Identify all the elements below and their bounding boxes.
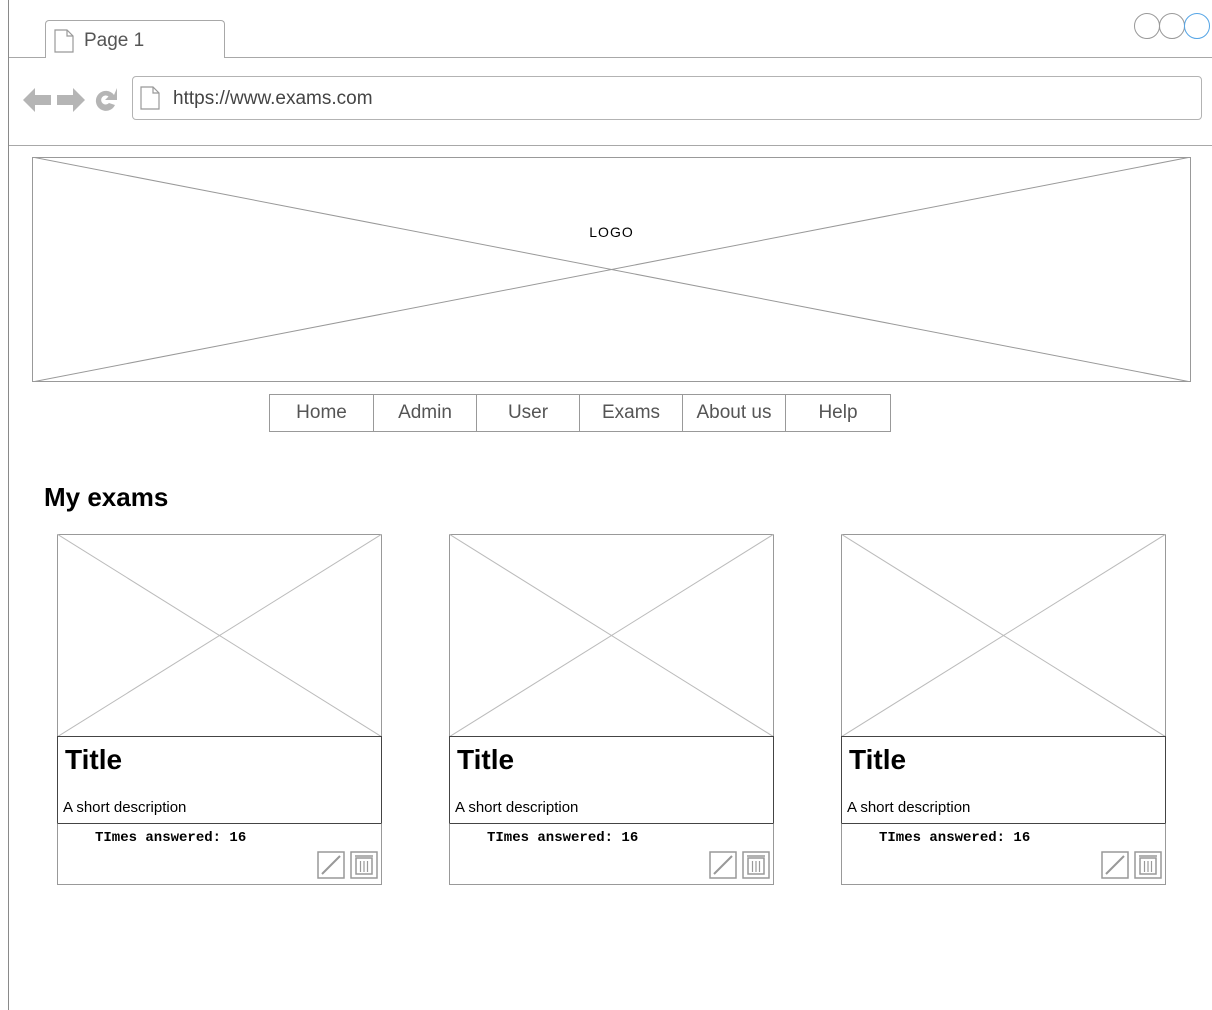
card-footer: TImes answered: 16	[449, 823, 774, 885]
page-icon	[140, 86, 160, 115]
card-body: Title A short description	[57, 736, 382, 824]
section-title: My exams	[44, 482, 169, 512]
image-placeholder	[841, 534, 1166, 737]
times-answered: TImes answered: 16	[879, 830, 1031, 846]
card-footer: TImes answered: 16	[57, 823, 382, 885]
exam-card[interactable]: Title A short description TImes answered…	[841, 534, 1166, 885]
times-answered: TImes answered: 16	[95, 830, 247, 846]
main-nav: Home Admin User Exams About us Help	[269, 394, 891, 432]
url-text: https://www.exams.com	[173, 88, 373, 109]
nav-item-home[interactable]: Home	[270, 395, 373, 431]
tab-label: Page 1	[84, 30, 145, 51]
card-description: A short description	[847, 799, 971, 816]
image-placeholder	[57, 534, 382, 737]
card-body: Title A short description	[841, 736, 1166, 824]
chrome-divider	[9, 145, 1212, 146]
card-title: Title	[457, 744, 515, 775]
exam-card[interactable]: Title A short description TImes answered…	[449, 534, 774, 885]
nav-item-help[interactable]: Help	[785, 395, 890, 431]
image-placeholder	[449, 534, 774, 737]
edit-icon[interactable]	[709, 851, 737, 884]
forward-arrow-icon[interactable]	[56, 86, 86, 119]
card-description: A short description	[63, 799, 187, 816]
browser-tab[interactable]: Page 1	[45, 20, 225, 58]
card-title: Title	[849, 744, 907, 775]
maximize-button[interactable]	[1159, 13, 1185, 39]
window-controls	[1134, 13, 1210, 39]
back-arrow-icon[interactable]	[22, 86, 52, 119]
logo-text: LOGO	[589, 224, 634, 240]
browser-nav-buttons	[22, 86, 120, 119]
card-body: Title A short description	[449, 736, 774, 824]
window-left-edge	[8, 0, 9, 1010]
nav-item-admin[interactable]: Admin	[373, 395, 476, 431]
reload-icon[interactable]	[90, 86, 120, 119]
times-answered: TImes answered: 16	[487, 830, 639, 846]
close-button[interactable]	[1184, 13, 1210, 39]
card-footer: TImes answered: 16	[841, 823, 1166, 885]
logo-placeholder: LOGO	[32, 157, 1191, 382]
exam-card[interactable]: Title A short description TImes answered…	[57, 534, 382, 885]
page-icon	[54, 29, 74, 58]
address-bar[interactable]: https://www.exams.com	[132, 76, 1202, 120]
edit-icon[interactable]	[317, 851, 345, 884]
nav-item-about-us[interactable]: About us	[682, 395, 785, 431]
trash-icon[interactable]	[350, 851, 378, 884]
trash-icon[interactable]	[1134, 851, 1162, 884]
card-title: Title	[65, 744, 123, 775]
nav-item-exams[interactable]: Exams	[579, 395, 682, 431]
minimize-button[interactable]	[1134, 13, 1160, 39]
trash-icon[interactable]	[742, 851, 770, 884]
edit-icon[interactable]	[1101, 851, 1129, 884]
nav-item-user[interactable]: User	[476, 395, 579, 431]
card-description: A short description	[455, 799, 579, 816]
